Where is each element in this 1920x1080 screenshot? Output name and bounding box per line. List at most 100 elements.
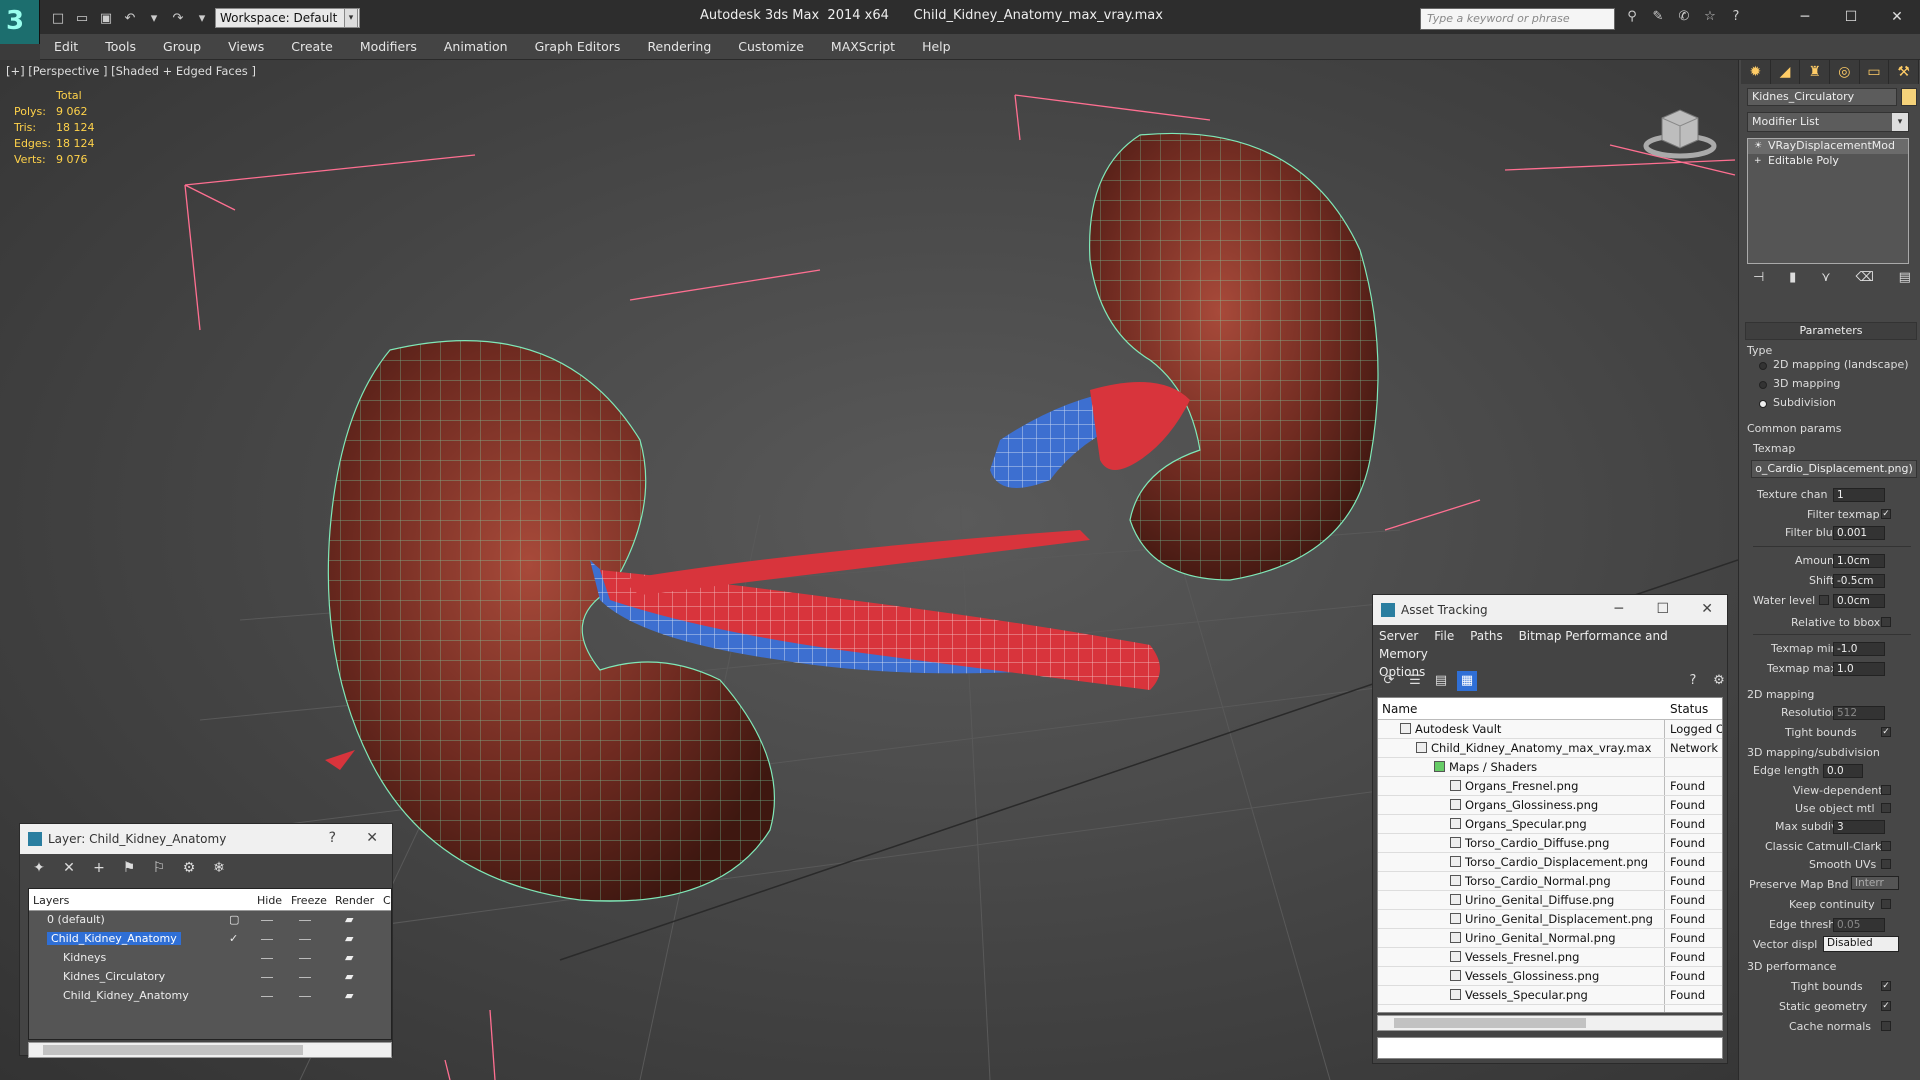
texmap-button[interactable]: o_Cardio_Displacement.png) <box>1751 460 1917 478</box>
menu-tools[interactable]: Tools <box>105 39 136 54</box>
render-teapot-icon[interactable]: ▰ <box>345 913 353 926</box>
layer-row[interactable]: Kidneys ▰ <box>29 949 391 968</box>
maximize-icon[interactable]: ☐ <box>1656 601 1669 617</box>
asset-row[interactable]: Urino_Genital_Displacement.png Found <box>1378 910 1722 929</box>
scroll-thumb[interactable] <box>43 1045 303 1055</box>
layer-row[interactable]: Kidnes_Circulatory ▰ <box>29 968 391 987</box>
resolution-spinner[interactable]: 512 <box>1833 706 1885 720</box>
menu-modifiers[interactable]: Modifiers <box>360 39 417 54</box>
hide-toggle[interactable] <box>261 977 273 978</box>
texmap-max-spinner[interactable]: 1.0 <box>1833 662 1885 676</box>
tight-bounds-2-checkbox[interactable]: ✓ <box>1881 981 1891 991</box>
object-color-swatch[interactable] <box>1901 88 1917 106</box>
asset-row[interactable]: Child_Kidney_Anatomy_max_vray.max Network… <box>1378 739 1722 758</box>
close-icon[interactable]: ✕ <box>1701 601 1713 617</box>
current-layer-icon[interactable]: ▢ <box>229 913 239 926</box>
settings-icon[interactable]: ⚙ <box>1709 671 1729 691</box>
open-file-icon[interactable]: ▭ <box>72 8 92 28</box>
render-teapot-icon[interactable]: ▰ <box>345 989 353 1002</box>
hide-toggle[interactable] <box>261 939 273 940</box>
minimize-icon[interactable]: ─ <box>1782 0 1828 34</box>
water-level-spinner[interactable]: 0.0cm <box>1833 594 1885 608</box>
menu-customize[interactable]: Customize <box>738 39 804 54</box>
pin-stack-icon[interactable]: ⊣ <box>1753 270 1764 285</box>
minimize-icon[interactable]: ─ <box>1615 601 1623 617</box>
freeze-toggle[interactable] <box>299 920 311 921</box>
scroll-thumb[interactable] <box>1394 1018 1586 1028</box>
layer-dialog-header[interactable]: Layer: Child_Kidney_Anatomy ? ✕ <box>20 824 392 854</box>
menu-edit[interactable]: Edit <box>54 39 78 54</box>
col-color[interactable]: C <box>383 894 391 907</box>
motion-tab-icon[interactable]: ◎ <box>1830 60 1860 84</box>
utilities-tab-icon[interactable]: ⚒ <box>1889 60 1920 84</box>
asset-row[interactable]: Urino_Genital_Normal.png Found <box>1378 929 1722 948</box>
configure-sets-icon[interactable]: ▤ <box>1899 270 1911 285</box>
menu-bitmap-performance[interactable]: Bitmap Performance and Memory <box>1379 629 1668 661</box>
hierarchy-tab-icon[interactable]: ♜ <box>1800 60 1831 84</box>
menu-maxscript[interactable]: MAXScript <box>831 39 895 54</box>
table-view-icon[interactable]: ▦ <box>1457 671 1477 691</box>
menu-group[interactable]: Group <box>163 39 201 54</box>
asset-row[interactable]: Vessels_Glossiness.png Found <box>1378 967 1722 986</box>
static-geometry-checkbox[interactable]: ✓ <box>1881 1001 1891 1011</box>
display-tab-icon[interactable]: ▭ <box>1860 60 1890 84</box>
remove-modifier-icon[interactable]: ⌫ <box>1855 270 1873 285</box>
hide-toggle[interactable] <box>261 996 273 997</box>
edge-length-spinner[interactable]: 0.0 <box>1823 764 1863 778</box>
search-input[interactable]: Type a keyword or phrase <box>1420 8 1615 30</box>
delete-layer-icon[interactable]: ✕ <box>58 860 80 882</box>
select-objects-icon[interactable]: ⚑ <box>118 860 140 882</box>
highlight-layer-icon[interactable]: ⚐ <box>148 860 170 882</box>
render-teapot-icon[interactable]: ▰ <box>345 951 353 964</box>
stack-item-editable-poly[interactable]: + Editable Poly <box>1748 154 1908 169</box>
redo-dropdown-icon[interactable]: ▾ <box>192 8 212 28</box>
cache-normals-checkbox[interactable] <box>1881 1021 1891 1031</box>
col-name[interactable]: Name <box>1382 702 1417 716</box>
hide-toggle[interactable] <box>261 958 273 959</box>
filter-blur-spinner[interactable]: 0.001 <box>1833 526 1885 540</box>
keep-continuity-checkbox[interactable] <box>1881 899 1891 909</box>
render-teapot-icon[interactable]: ▰ <box>345 932 353 945</box>
expand-icon[interactable]: + <box>1754 156 1764 166</box>
asset-row[interactable]: Vessels_Fresnel.png Found <box>1378 948 1722 967</box>
freeze-toggle[interactable] <box>299 996 311 997</box>
add-to-layer-icon[interactable]: + <box>88 860 110 882</box>
col-status[interactable]: Status <box>1670 702 1708 716</box>
favorites-star-icon[interactable]: ☆ <box>1700 9 1720 27</box>
detail-view-icon[interactable]: ▤ <box>1431 671 1451 691</box>
parameters-rollout[interactable]: Parameters <box>1745 322 1917 340</box>
radio-subdivision[interactable] <box>1759 400 1767 408</box>
redo-icon[interactable]: ↷ <box>168 8 188 28</box>
smooth-uvs-checkbox[interactable] <box>1881 859 1891 869</box>
freeze-toggle[interactable] <box>299 977 311 978</box>
freeze-toggle[interactable] <box>299 958 311 959</box>
save-icon[interactable]: ▣ <box>96 8 116 28</box>
hide-toggle[interactable] <box>261 920 273 921</box>
subscription-icon[interactable]: ✎ <box>1648 9 1668 27</box>
workspace-dropdown[interactable]: Workspace: Default ▾ <box>215 8 360 28</box>
modifier-list-dropdown[interactable]: Modifier List ▾ <box>1747 112 1909 132</box>
col-render[interactable]: Render <box>335 894 374 907</box>
viewcube-icon[interactable] <box>1640 90 1720 170</box>
layer-row[interactable]: 0 (default) ▢ ▰ <box>29 911 391 930</box>
asset-row[interactable]: Organs_Glossiness.png Found <box>1378 796 1722 815</box>
preserve-map-dropdown[interactable]: Interr <box>1851 876 1899 890</box>
new-file-icon[interactable]: □ <box>48 8 68 28</box>
menu-animation[interactable]: Animation <box>444 39 508 54</box>
list-view-icon[interactable]: ☰ <box>1405 671 1425 691</box>
refresh-icon[interactable]: ⟳ <box>1379 671 1399 691</box>
app-menu-button[interactable]: 3 <box>0 0 40 44</box>
vector-displ-dropdown[interactable]: Disabled <box>1823 936 1899 952</box>
view-dependent-checkbox[interactable] <box>1881 785 1891 795</box>
layer-row[interactable]: Child_Kidney_Anatomy ✓ ▰ <box>29 930 391 949</box>
menu-create[interactable]: Create <box>291 39 333 54</box>
use-object-mtl-checkbox[interactable] <box>1881 803 1891 813</box>
asset-row[interactable]: Torso_Cardio_Diffuse.png Found <box>1378 834 1722 853</box>
freeze-toggle[interactable] <box>299 939 311 940</box>
radio-2d-mapping[interactable] <box>1759 362 1767 370</box>
max-subdivs-spinner[interactable]: 3 <box>1833 820 1885 834</box>
render-teapot-icon[interactable]: ▰ <box>345 970 353 983</box>
workspace-menu-button[interactable]: ▾ <box>344 8 358 28</box>
create-tab-icon[interactable]: ✹ <box>1741 60 1771 84</box>
tight-bounds-checkbox[interactable]: ✓ <box>1881 727 1891 737</box>
